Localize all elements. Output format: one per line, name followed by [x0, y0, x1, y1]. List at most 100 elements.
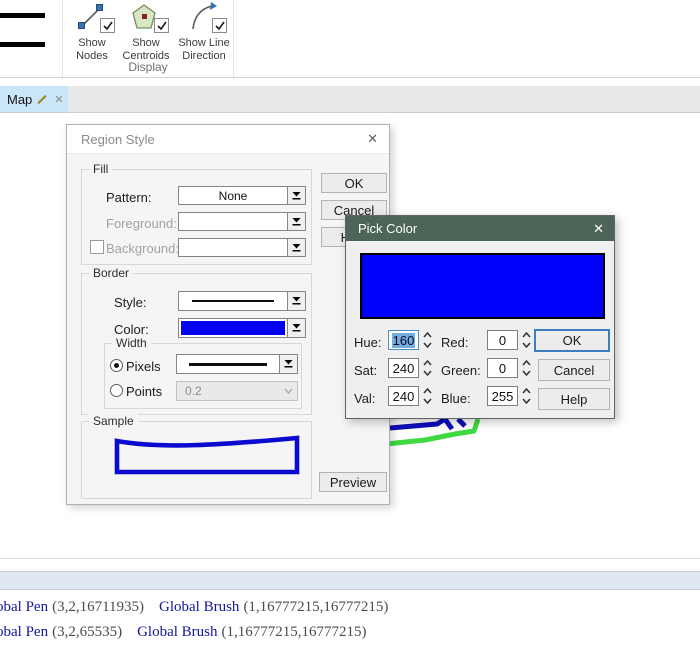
mapbasic-keyword: Global Brush — [159, 599, 239, 615]
check-icon — [215, 21, 225, 30]
dropdown-icon — [292, 296, 301, 306]
pick-color-title: Pick Color — [358, 221, 417, 236]
points-radio[interactable] — [110, 384, 123, 397]
foreground-dropdown-button[interactable] — [287, 213, 305, 230]
color-swatch — [360, 253, 605, 319]
mapbasic-args: (3,2,16711935) — [52, 599, 144, 615]
dropdown-icon — [292, 217, 301, 227]
chevron-up-icon — [423, 360, 432, 366]
pixels-radio[interactable] — [110, 359, 123, 372]
border-group-legend: Border — [89, 266, 133, 280]
green-label: Green: — [441, 363, 481, 378]
chevron-down-icon — [423, 370, 432, 376]
width-points-combo: 0.2 — [176, 381, 298, 401]
foreground-label: Foreground: — [106, 216, 177, 231]
sample-group-legend: Sample — [89, 414, 138, 428]
ribbon-group-display: Show Nodes Show Centroids — [62, 0, 234, 77]
mapbasic-window-header-strip — [0, 571, 700, 590]
region-style-ok-button[interactable]: OK — [321, 173, 387, 193]
region-style-title: Region Style — [81, 132, 155, 147]
show-nodes-button[interactable]: Show Nodes — [65, 2, 119, 63]
border-color-swatch — [181, 321, 285, 335]
green-field[interactable]: 0 — [487, 358, 518, 378]
sat-value: 240 — [393, 361, 415, 376]
tab-map[interactable]: Map ✕ — [0, 86, 68, 112]
hue-field[interactable]: 160 — [388, 330, 419, 350]
ribbon: Show Nodes Show Centroids — [0, 0, 700, 78]
width-pixels-value — [177, 355, 279, 373]
line-style-sample[interactable] — [0, 42, 45, 47]
chevron-up-icon — [522, 360, 531, 366]
sample-region-preview — [101, 430, 316, 485]
hue-label: Hue: — [354, 335, 381, 350]
tab-close-icon[interactable]: ✕ — [54, 93, 63, 106]
mapbasic-args: (1,16777215,16777215) — [222, 624, 367, 640]
pick-color-close-icon[interactable]: ✕ — [593, 221, 604, 237]
background-combo[interactable] — [178, 238, 306, 257]
chevron-down-icon — [522, 398, 531, 404]
val-field[interactable]: 240 — [388, 386, 419, 406]
sat-field[interactable]: 240 — [388, 358, 419, 378]
border-style-combo[interactable] — [178, 291, 306, 311]
show-nodes-checkbox[interactable] — [100, 18, 115, 33]
mapbasic-args: (3,2,65535) — [52, 624, 122, 640]
background-value — [179, 239, 287, 256]
red-field[interactable]: 0 — [487, 330, 518, 350]
pattern-label: Pattern: — [106, 190, 152, 205]
border-color-dropdown-button[interactable] — [287, 319, 305, 337]
mapbasic-keyword: Global Pen — [0, 599, 48, 615]
val-spinner[interactable] — [423, 386, 432, 406]
show-centroids-checkbox[interactable] — [154, 18, 169, 33]
green-spinner[interactable] — [522, 358, 531, 378]
points-label: Points — [126, 384, 162, 399]
green-value: 0 — [499, 361, 506, 376]
region-style-dialog: Region Style ✕ Fill Pattern: None Foregr… — [66, 124, 390, 505]
line-style-sample[interactable] — [0, 13, 45, 18]
pixels-label: Pixels — [126, 359, 161, 374]
chevron-down-icon — [284, 388, 293, 394]
pattern-dropdown-button[interactable] — [287, 187, 305, 204]
ribbon-group-display-label: Display — [63, 60, 233, 74]
region-style-titlebar: Region Style ✕ — [67, 125, 389, 154]
pick-color-dialog: Pick Color ✕ Hue: 160 Red: 0 OK Sat: 240… — [345, 215, 615, 419]
pick-color-help-button[interactable]: Help — [538, 388, 610, 410]
canvas-bottom-border — [0, 558, 700, 559]
blue-spinner[interactable] — [522, 386, 531, 406]
mapbasic-args: (1,16777215,16777215) — [243, 599, 388, 615]
width-pixels-dropdown-button[interactable] — [279, 355, 297, 373]
show-line-direction-checkbox[interactable] — [212, 18, 227, 33]
mapbasic-keyword: Global Pen — [0, 624, 48, 640]
check-icon — [157, 21, 167, 30]
show-centroids-button[interactable]: Show Centroids — [117, 2, 175, 63]
blue-value: 255 — [492, 389, 514, 404]
blue-field[interactable]: 255 — [487, 386, 518, 406]
width-pixels-combo[interactable] — [176, 354, 298, 374]
pattern-combo[interactable]: None — [178, 186, 306, 205]
chevron-down-icon — [522, 370, 531, 376]
check-icon — [103, 21, 113, 30]
dropdown-icon — [292, 243, 301, 253]
chevron-up-icon — [522, 388, 531, 394]
chevron-up-icon — [423, 332, 432, 338]
border-style-dropdown-button[interactable] — [287, 292, 305, 310]
style-label: Style: — [114, 295, 147, 310]
red-spinner[interactable] — [522, 330, 531, 350]
foreground-combo[interactable] — [178, 212, 306, 231]
hue-spinner[interactable] — [423, 330, 432, 350]
background-dropdown-button[interactable] — [287, 239, 305, 256]
sat-spinner[interactable] — [423, 358, 432, 378]
pick-color-ok-button[interactable]: OK — [534, 329, 610, 352]
width-points-value: 0.2 — [177, 382, 279, 400]
width-group-legend: Width — [112, 336, 151, 350]
border-color-combo[interactable] — [178, 318, 306, 338]
blue-label: Blue: — [441, 391, 471, 406]
region-style-close-icon[interactable]: ✕ — [367, 131, 378, 147]
preview-button[interactable]: Preview — [319, 472, 387, 492]
blue-region-outline — [390, 419, 452, 429]
chevron-down-icon — [522, 342, 531, 348]
pick-color-cancel-button[interactable]: Cancel — [538, 359, 610, 381]
chevron-down-icon — [423, 398, 432, 404]
show-line-direction-button[interactable]: Show Line Direction — [175, 2, 233, 63]
pick-color-titlebar: Pick Color ✕ — [346, 216, 614, 241]
background-checkbox[interactable] — [90, 240, 104, 254]
